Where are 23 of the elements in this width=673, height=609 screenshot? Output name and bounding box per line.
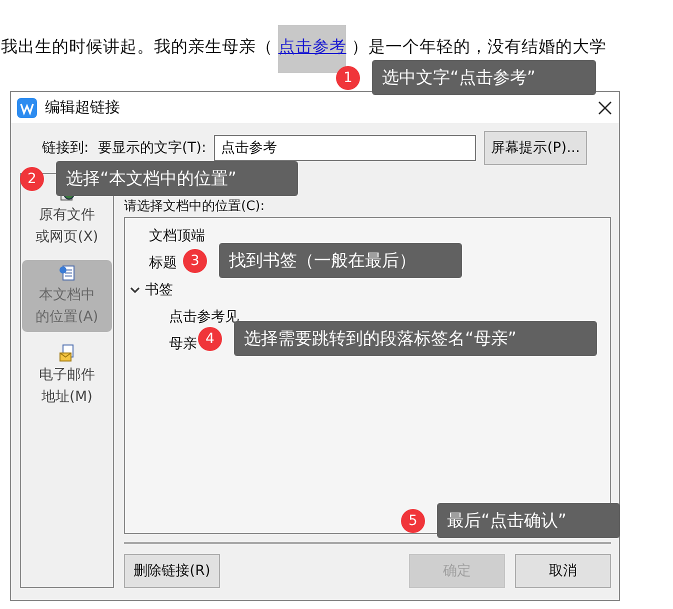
- dialog-button[interactable]: 删除链接(R): [124, 554, 220, 588]
- callout-tooltip: 选中文字“点击参考”: [372, 60, 596, 95]
- app-logo-icon: [17, 98, 37, 118]
- callout-tooltip: 选择需要跳转到的段落标签名“母亲”: [234, 321, 597, 356]
- step-number-badge: 1: [336, 66, 360, 90]
- field-label: 链接到:: [41, 139, 90, 157]
- field-label: 请选择文档中的位置(C):: [124, 199, 266, 215]
- tree-item[interactable]: 书签: [125, 276, 610, 303]
- close-icon[interactable]: [597, 100, 613, 116]
- callout-tooltip: 最后“点击确认”: [437, 503, 620, 538]
- dialog-button[interactable]: 取消: [515, 554, 611, 588]
- field-label: 要显示的文字(T):: [98, 139, 206, 157]
- document-text: 我出生的时候讲起。我的亲生母亲（: [1, 37, 273, 56]
- screentip-button[interactable]: 屏幕提示(P)...: [484, 131, 587, 165]
- callout-tooltip: 找到书签（一般在最后）: [219, 243, 462, 278]
- callout-tooltip: 选择“本文档中的位置”: [56, 161, 298, 196]
- sidebar-item[interactable]: 电子邮件 地址(M): [22, 340, 112, 412]
- email-document-icon: [58, 344, 76, 362]
- hyperlink[interactable]: 点击参考: [278, 25, 346, 73]
- window-title: 编辑超链接: [45, 98, 121, 117]
- document-text: ）是一个年轻的，没有结婚的大学: [352, 37, 606, 56]
- display-text-field[interactable]: 点击参考: [214, 135, 476, 161]
- document-icon: [58, 264, 76, 282]
